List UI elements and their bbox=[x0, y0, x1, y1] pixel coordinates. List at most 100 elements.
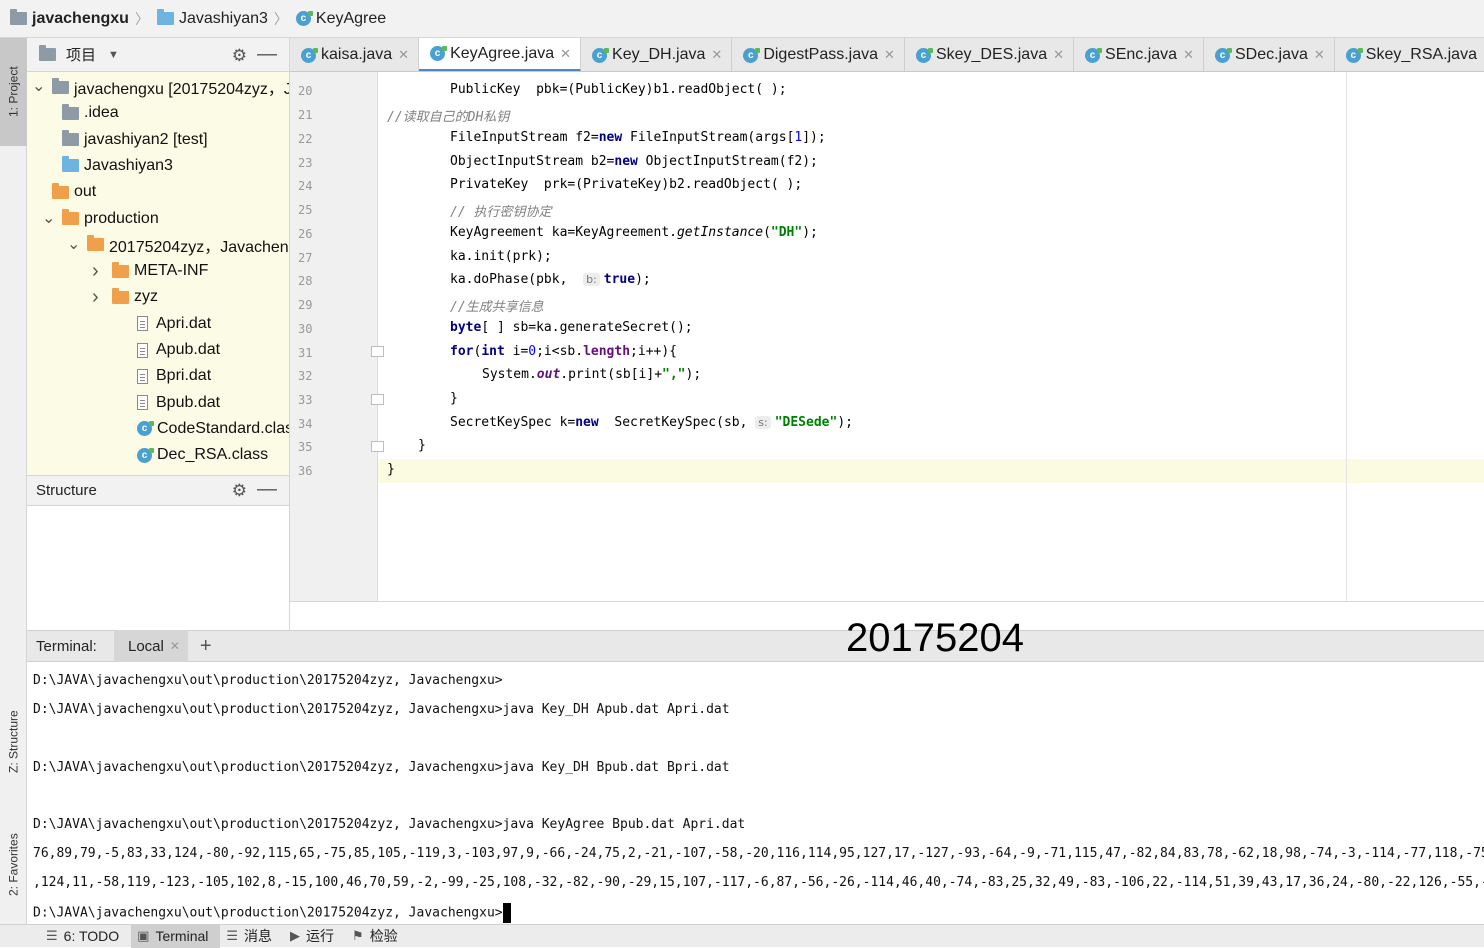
editor-tab[interactable]: cSkey_RSA.java✕ bbox=[1335, 38, 1484, 71]
tree-item-label: .idea bbox=[84, 104, 119, 122]
java-class-icon: c bbox=[1085, 47, 1103, 63]
editor-tab[interactable]: c SEnc.java ✕ bbox=[1074, 38, 1204, 71]
terminal-tab-local[interactable]: Local ✕ bbox=[114, 630, 188, 662]
tree-item[interactable]: javashiyan2 [test] bbox=[42, 127, 208, 153]
inspect-icon: ⚑ bbox=[352, 928, 364, 943]
close-icon[interactable]: ✕ bbox=[711, 47, 722, 63]
line-number: 29 bbox=[298, 298, 313, 312]
close-icon[interactable]: ✕ bbox=[884, 47, 895, 63]
close-icon[interactable]: ✕ bbox=[1314, 47, 1325, 63]
java-class-icon: c bbox=[1345, 47, 1363, 63]
chevron-down-icon[interactable]: ⌄ bbox=[67, 236, 81, 252]
project-panel: 项目 ▼ ⚙ — ⌄ javachengxu [20175204zyz，Javac… bbox=[27, 38, 290, 475]
editor-tab[interactable]: c kaisa.java ✕ bbox=[290, 38, 420, 71]
tree-item[interactable]: Bpri.dat bbox=[117, 363, 211, 389]
editor-tab[interactable]: c Skey_DES.java ✕ bbox=[905, 38, 1075, 71]
chevron-down-icon[interactable]: ⌄ bbox=[32, 79, 46, 95]
chevron-down-icon[interactable]: ▼ bbox=[108, 49, 119, 61]
editor-tab[interactable]: c SDec.java ✕ bbox=[1204, 38, 1335, 71]
tree-item-label: javashiyan2 [test] bbox=[84, 130, 208, 148]
tree-item[interactable]: c Dec_RSA.class bbox=[117, 442, 268, 468]
bottom-tool-4[interactable]: ▶ 运行 bbox=[284, 925, 346, 948]
list-icon: ☰ bbox=[46, 928, 58, 943]
bottom-tool-1[interactable]: ☰ 6: TODO bbox=[40, 925, 131, 948]
terminal-prompt-line[interactable]: D:\JAVA\javachengxu\out\production\20175… bbox=[33, 903, 511, 923]
terminal-cursor bbox=[502, 903, 511, 923]
code-line: ObjectInputStream b2=new ObjectInputStre… bbox=[450, 154, 818, 169]
project-view-selector[interactable]: 项目 bbox=[66, 44, 96, 65]
add-terminal-icon[interactable]: + bbox=[200, 635, 212, 658]
bottom-tool-3[interactable]: ☰ 消息 bbox=[220, 925, 284, 948]
minimize-icon[interactable]: — bbox=[257, 478, 277, 501]
line-number: 28 bbox=[298, 274, 313, 288]
line-number: 23 bbox=[298, 156, 313, 170]
tree-item-label: Bpri.dat bbox=[156, 367, 212, 385]
tree-item[interactable]: Apub.dat bbox=[117, 337, 220, 363]
tool-tab-favorites[interactable]: 2: Favorites bbox=[0, 808, 27, 922]
close-icon[interactable]: ✕ bbox=[170, 639, 180, 653]
java-class-icon: c bbox=[743, 47, 761, 63]
breadcrumb-separator-icon: 〉 bbox=[273, 10, 288, 27]
close-icon[interactable]: ✕ bbox=[560, 46, 571, 62]
minimize-icon[interactable]: — bbox=[257, 43, 277, 66]
terminal-output[interactable]: D:\JAVA\javachengxu\out\production\20175… bbox=[27, 662, 1484, 924]
terminal-line: D:\JAVA\javachengxu\out\production\20175… bbox=[33, 817, 746, 832]
tree-item[interactable]: ⌄ javachengxu [20175204zyz，Javac bbox=[32, 74, 289, 100]
tree-item[interactable]: out bbox=[32, 179, 96, 205]
bottom-tool-label: 6: TODO bbox=[63, 928, 120, 944]
close-icon[interactable]: ✕ bbox=[398, 47, 409, 63]
tree-item[interactable]: Javashiyan3 bbox=[42, 153, 173, 179]
tree-item[interactable]: ⌄ production bbox=[42, 206, 159, 232]
gear-icon[interactable]: ⚙ bbox=[232, 481, 247, 501]
fold-marker-icon[interactable] bbox=[371, 346, 384, 357]
java-class-icon: c bbox=[1214, 47, 1232, 63]
right-margin-guide bbox=[1346, 72, 1347, 601]
code-line: KeyAgreement ka=KeyAgreement.getInstance… bbox=[450, 225, 818, 240]
editor-tab[interactable]: c DigestPass.java ✕ bbox=[732, 38, 905, 71]
editor-tab[interactable]: c Key_DH.java ✕ bbox=[581, 38, 733, 71]
tree-item-label: 20175204zyz，Javachen bbox=[109, 238, 289, 256]
tree-item-label: zyz bbox=[134, 288, 158, 306]
java-class-icon: c bbox=[592, 47, 610, 63]
code-editor[interactable]: 20 21 22 23 24 25 26 27 28 29 30 31 32 33 34 35 36 Publi… bbox=[290, 72, 1484, 602]
tree-item-label: Javashiyan3 bbox=[84, 156, 173, 174]
code-line: // 执行密钥协定 bbox=[450, 205, 552, 220]
editor-tab[interactable]: c KeyAgree.java ✕ bbox=[419, 38, 582, 71]
close-icon[interactable]: ✕ bbox=[1053, 47, 1064, 63]
code-line: for(int i=0;i<sb.length;i++){ bbox=[450, 344, 678, 359]
close-icon[interactable]: ✕ bbox=[1183, 47, 1194, 63]
gear-icon[interactable]: ⚙ bbox=[232, 46, 247, 66]
breadcrumb-module[interactable]: Javashiyan3 bbox=[156, 9, 268, 28]
editor-tab-label: Key_DH.java bbox=[612, 46, 706, 63]
fold-marker-icon[interactable] bbox=[371, 441, 384, 452]
bottom-tool-2[interactable]: ▣ Terminal bbox=[131, 924, 221, 948]
tree-item[interactable]: Apri.dat bbox=[117, 311, 211, 337]
fold-marker-icon[interactable] bbox=[371, 394, 384, 405]
tree-item[interactable]: ⌄ 20175204zyz，Javachen bbox=[67, 232, 289, 258]
tree-item-label: META-INF bbox=[134, 262, 209, 280]
chevron-right-icon[interactable]: › bbox=[92, 286, 106, 309]
folder-icon bbox=[52, 77, 69, 94]
line-number: 21 bbox=[298, 108, 313, 122]
tree-item[interactable]: c CodeStandard.class bbox=[117, 416, 289, 442]
project-panel-header: 项目 ▼ ⚙ — bbox=[27, 38, 289, 72]
folder-icon bbox=[112, 261, 129, 278]
tool-tab-project[interactable]: 1: Project bbox=[0, 38, 27, 146]
chevron-down-icon[interactable]: ⌄ bbox=[42, 210, 56, 226]
tool-tab-structure[interactable]: Z: Structure bbox=[0, 686, 27, 798]
tree-item-label: out bbox=[74, 183, 97, 201]
chevron-right-icon[interactable]: › bbox=[92, 260, 106, 283]
editor-tab-label: Skey_RSA.java bbox=[1365, 46, 1477, 63]
file-icon bbox=[137, 316, 148, 332]
bottom-tool-5[interactable]: ⚑ 检验 bbox=[346, 925, 410, 948]
structure-panel: Structure ⚙ — bbox=[27, 475, 290, 631]
editor-tab-label: KeyAgree.java bbox=[450, 44, 555, 62]
tree-item[interactable]: .idea bbox=[42, 100, 119, 126]
code-line: } bbox=[418, 438, 426, 453]
breadcrumb-file[interactable]: c KeyAgree bbox=[295, 10, 386, 28]
tree-item[interactable]: › META-INF bbox=[92, 258, 208, 284]
code-line: } bbox=[450, 391, 458, 406]
tree-item[interactable]: Bpub.dat bbox=[117, 390, 220, 416]
tree-item[interactable]: › zyz bbox=[92, 284, 158, 310]
breadcrumb-project[interactable]: javachengxu bbox=[10, 9, 129, 28]
